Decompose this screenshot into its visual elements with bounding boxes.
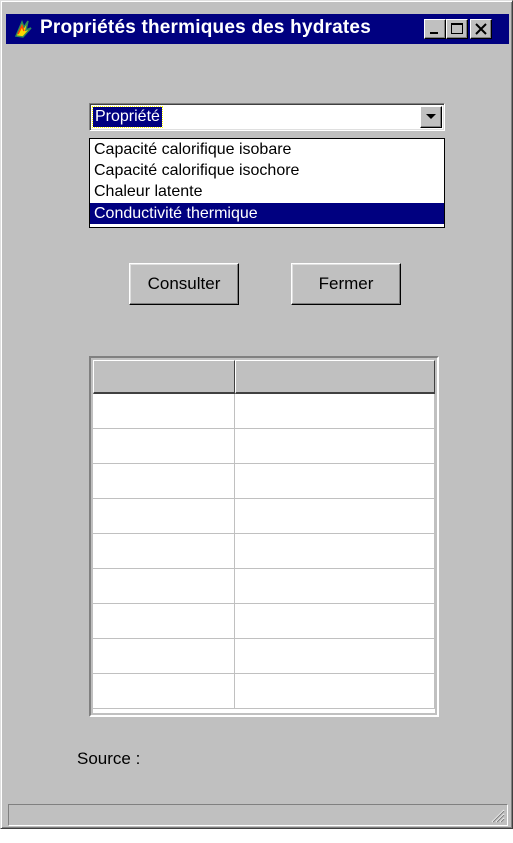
application-window: Propriétés thermiques des hydrates Propr… [0,0,513,829]
dropdown-item-conductivite[interactable]: Conductivité thermique [90,203,444,224]
window-title: Propriétés thermiques des hydrates [40,17,371,38]
minimize-button[interactable] [424,19,446,39]
status-bar [8,804,508,826]
grid-cell[interactable] [93,394,235,429]
results-grid[interactable] [89,356,439,717]
minimize-icon [430,32,438,34]
grid-cell[interactable] [93,499,235,534]
grid-cell[interactable] [235,429,435,464]
resize-grip-icon[interactable] [489,807,505,823]
close-button[interactable] [470,19,492,39]
grid-cell[interactable] [235,534,435,569]
property-dropdown-list: Capacité calorifique isobare Capacité ca… [89,138,445,228]
grid-cell[interactable] [235,464,435,499]
dropdown-item-isobare[interactable]: Capacité calorifique isobare [90,139,444,160]
grid-cell[interactable] [93,569,235,604]
close-icon [475,23,487,35]
app-icon [14,20,32,38]
grid-body [93,360,435,713]
grid-cell[interactable] [93,604,235,639]
grid-cell[interactable] [93,639,235,674]
combobox-selected-value: Propriété [92,106,163,128]
consult-button[interactable]: Consulter [129,263,239,305]
grid-cell[interactable] [93,534,235,569]
dropdown-item-chaleur-latente[interactable]: Chaleur latente [90,181,444,202]
grid-cell[interactable] [235,569,435,604]
dropdown-item-isochore[interactable]: Capacité calorifique isochore [90,160,444,181]
grid-cell[interactable] [93,674,235,709]
grid-cell[interactable] [93,429,235,464]
chevron-down-icon [426,114,436,119]
property-combobox[interactable]: Propriété [89,103,445,131]
grid-header-col-1[interactable] [93,360,235,394]
grid-cell[interactable] [93,464,235,499]
maximize-icon [451,23,463,34]
title-bar[interactable]: Propriétés thermiques des hydrates [6,14,509,44]
maximize-button[interactable] [446,19,468,39]
grid-cell[interactable] [235,499,435,534]
close-window-button[interactable]: Fermer [291,263,401,305]
source-label: Source : [77,749,141,768]
combobox-dropdown-button[interactable] [420,106,442,128]
grid-cell[interactable] [235,394,435,429]
grid-header-col-2[interactable] [235,360,435,394]
grid-cell[interactable] [235,604,435,639]
grid-cell[interactable] [235,639,435,674]
grid-cell[interactable] [235,674,435,709]
